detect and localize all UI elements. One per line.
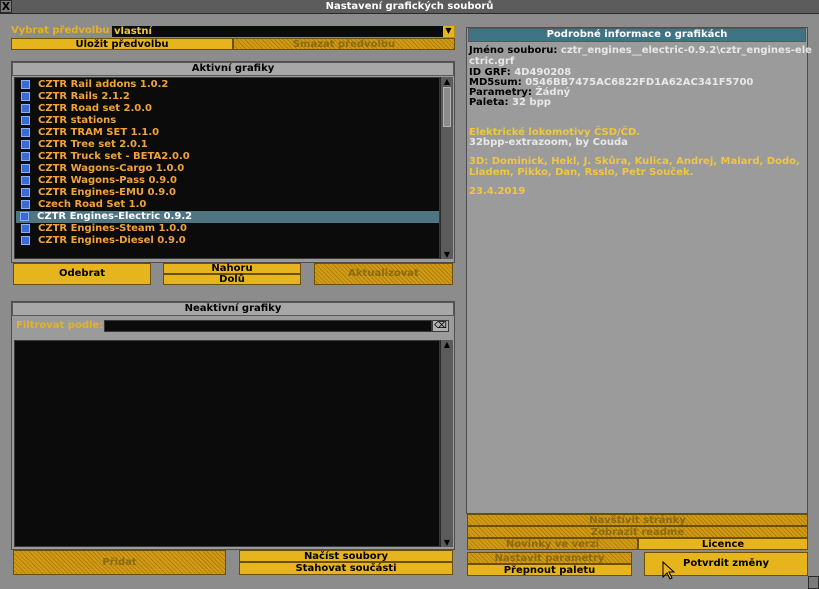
delete-preset-button[interactable]: Smazat předvolbu bbox=[233, 38, 455, 50]
inactive-grf-list[interactable] bbox=[14, 340, 440, 547]
grf-list-item[interactable]: CZTR Engines-EMU 0.9.0 bbox=[17, 187, 437, 199]
grf-list-item[interactable]: CZTR Engines-Steam 1.0.0 bbox=[17, 223, 437, 235]
active-grf-header: Aktivní grafiky bbox=[12, 62, 454, 76]
grf-list-item[interactable]: CZTR Rail addons 1.0.2 bbox=[17, 79, 437, 91]
grf-item-label: CZTR Engines-EMU 0.9.0 bbox=[38, 187, 176, 198]
grf-list-item[interactable]: CZTR Tree set 2.0.1 bbox=[17, 139, 437, 151]
changelog-button[interactable]: Novinky ve verzi bbox=[467, 538, 638, 550]
grf-item-label: CZTR Engines-Electric 0.9.2 bbox=[37, 211, 193, 222]
chevron-down-icon[interactable]: ▼ bbox=[443, 26, 454, 37]
visit-website-button[interactable]: Navštívit stránky bbox=[467, 514, 808, 526]
grf-status-icon bbox=[21, 103, 30, 113]
grf-list-item[interactable]: CZTR stations bbox=[17, 115, 437, 127]
grf-item-label: CZTR stations bbox=[38, 115, 117, 126]
grf-list-item[interactable]: CZTR TRAM SET 1.1.0 bbox=[17, 127, 437, 139]
grf-item-label: CZTR Engines-Steam 1.0.0 bbox=[38, 223, 188, 234]
remove-button[interactable]: Odebrat bbox=[13, 263, 151, 285]
scroll-down-icon[interactable]: ▼ bbox=[441, 250, 453, 259]
active-grf-list[interactable]: CZTR Rail addons 1.0.2 CZTR Rails 2.1.2 CZ… bbox=[14, 77, 440, 259]
grf-status-icon bbox=[20, 211, 29, 221]
move-up-button[interactable]: Nahoru bbox=[163, 263, 301, 274]
grf-item-label: CZTR Rails 2.1.2 bbox=[38, 91, 130, 102]
grf-item-label: CZTR Wagons-Cargo 1.0.0 bbox=[38, 163, 185, 174]
grf-list-item[interactable]: CZTR Wagons-Cargo 1.0.0 bbox=[17, 163, 437, 175]
description-subtitle: 32bpp-extrazoom, by Couda bbox=[469, 137, 628, 148]
window-title-bar[interactable]: Nastavení grafických souborů bbox=[0, 0, 819, 14]
scroll-up-icon[interactable]: ▲ bbox=[441, 77, 453, 86]
toggle-palette-button[interactable]: Přepnout paletu bbox=[467, 564, 632, 576]
grf-list-item[interactable]: CZTR Engines-Electric 0.9.2 bbox=[16, 211, 439, 223]
grf-item-label: CZTR Engines-Diesel 0.9.0 bbox=[38, 235, 186, 246]
grf-status-icon bbox=[21, 187, 30, 197]
grf-list-item[interactable]: CZTR Engines-Diesel 0.9.0 bbox=[17, 235, 437, 247]
filename-continuation: ctric.grf bbox=[469, 56, 515, 67]
grf-list-item[interactable]: CZTR Road set 2.0.0 bbox=[17, 103, 437, 115]
grf-status-icon bbox=[21, 163, 30, 173]
inactive-grf-header: Neaktivní grafiky bbox=[12, 302, 454, 316]
show-readme-button[interactable]: Zobrazit readme bbox=[467, 526, 808, 538]
load-files-button[interactable]: Načíst soubory bbox=[239, 550, 453, 562]
grf-status-icon bbox=[21, 115, 30, 125]
palette-row: Paleta: 32 bpp bbox=[469, 98, 551, 108]
inactive-scrollbar[interactable]: ▲ ▼ bbox=[440, 340, 453, 547]
grf-item-label: CZTR Road set 2.0.0 bbox=[38, 103, 153, 114]
grf-item-label: Czech Road Set 1.0 bbox=[38, 199, 147, 210]
save-preset-button[interactable]: Uložit předvolbu bbox=[11, 38, 233, 50]
preset-value: vlastní bbox=[114, 26, 152, 37]
grf-item-label: CZTR Truck set - BETA2.0.0 bbox=[38, 151, 190, 162]
grf-status-icon bbox=[21, 223, 30, 233]
authors-line-2: Liadem, Pikko, Dan, Rsslo, Petr Souček. bbox=[469, 167, 694, 178]
grf-list-item[interactable]: CZTR Wagons-Pass 0.9.0 bbox=[17, 175, 437, 187]
preset-dropdown[interactable]: vlastní ▼ bbox=[111, 25, 455, 38]
grf-item-label: CZTR Tree set 2.0.1 bbox=[38, 139, 148, 150]
grf-item-label: CZTR Rail addons 1.0.2 bbox=[38, 79, 169, 90]
close-icon[interactable]: X bbox=[0, 0, 12, 13]
preset-label: Vybrat předvolbu: bbox=[11, 25, 114, 36]
resize-grip-icon[interactable] bbox=[808, 576, 819, 589]
authors-line-1: 3D: Dominick, Hekl, J. Skůra, Kulica, An… bbox=[469, 156, 800, 167]
grf-status-icon bbox=[21, 79, 30, 89]
download-content-button[interactable]: Stahovat součásti bbox=[239, 562, 453, 575]
rescan-button[interactable]: Aktualizovat bbox=[314, 263, 453, 285]
palette-label: Paleta: bbox=[469, 97, 509, 108]
window-title: Nastavení grafických souborů bbox=[325, 1, 494, 12]
scrollbar-thumb[interactable] bbox=[443, 87, 451, 127]
scroll-up-icon[interactable]: ▲ bbox=[441, 340, 453, 349]
grf-status-icon bbox=[21, 175, 30, 185]
clear-filter-icon[interactable]: ⌫ bbox=[432, 320, 449, 332]
grf-list-item[interactable]: CZTR Truck set - BETA2.0.0 bbox=[17, 151, 437, 163]
scroll-down-icon[interactable]: ▼ bbox=[441, 538, 453, 547]
filename-row: Jméno souboru: cztr_engines__electric-0.… bbox=[469, 46, 812, 56]
move-down-button[interactable]: Dolů bbox=[163, 274, 301, 285]
release-date: 23.4.2019 bbox=[469, 186, 526, 197]
filter-input[interactable] bbox=[104, 320, 432, 332]
grf-item-label: CZTR TRAM SET 1.1.0 bbox=[38, 127, 160, 138]
filename-value: cztr_engines__electric-0.9.2\cztr_engine… bbox=[560, 45, 812, 56]
filter-label: Filtrovat podle: bbox=[16, 320, 104, 331]
grf-list-item[interactable]: Czech Road Set 1.0 bbox=[17, 199, 437, 211]
grf-status-icon bbox=[21, 139, 30, 149]
grf-status-icon bbox=[21, 235, 30, 245]
mouse-cursor-icon bbox=[662, 561, 676, 580]
license-button[interactable]: Licence bbox=[638, 538, 808, 550]
grf-status-icon bbox=[21, 151, 30, 161]
grf-list-item[interactable]: CZTR Rails 2.1.2 bbox=[17, 91, 437, 103]
grf-status-icon bbox=[21, 91, 30, 101]
active-scrollbar[interactable]: ▲ ▼ bbox=[440, 77, 453, 259]
add-button[interactable]: Přidat bbox=[13, 550, 226, 575]
set-parameters-button[interactable]: Nastavit parametry bbox=[467, 552, 632, 564]
grf-status-icon bbox=[21, 199, 30, 209]
grf-status-icon bbox=[21, 127, 30, 137]
details-header: Podrobné informace o grafikách bbox=[468, 28, 806, 42]
filename-label: Jméno souboru: bbox=[469, 45, 558, 56]
palette-value: 32 bpp bbox=[512, 97, 551, 108]
grf-item-label: CZTR Wagons-Pass 0.9.0 bbox=[38, 175, 177, 186]
